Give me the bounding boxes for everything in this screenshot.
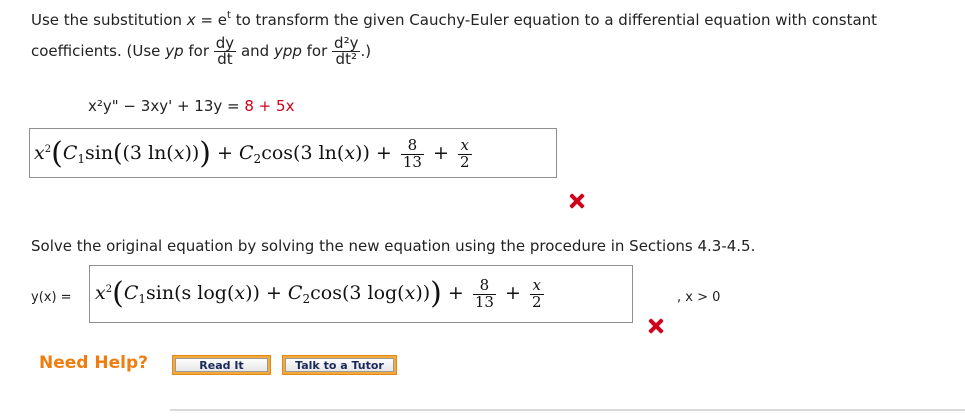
x-mark-icon xyxy=(648,318,664,334)
answer-1-expression: x2(C1sin((3 ln(x))) + C2cos(3 ln(x)) + 8… xyxy=(34,135,472,171)
domain-text: , x > 0 xyxy=(677,290,721,305)
part2-instruction: Solve the original equation by solving t… xyxy=(31,237,756,255)
instruction-line-1: Use the substitution x = et to transform… xyxy=(31,10,878,30)
instruction-line-2: coefficients. (Use yp for dy dt and ypp f… xyxy=(31,34,372,68)
fraction-8-13: 8 13 xyxy=(472,275,496,311)
talk-to-tutor-button[interactable]: Talk to a Tutor xyxy=(282,355,397,375)
x-mark-icon xyxy=(569,193,585,209)
dy-dt-fraction: dy dt xyxy=(213,34,237,68)
equation-rhs: 8 + 5x xyxy=(244,97,295,115)
need-help-heading: Need Help? xyxy=(39,353,148,373)
read-it-button[interactable]: Read It xyxy=(172,355,271,375)
d2y-dt2-fraction: d²y dt² xyxy=(332,34,361,68)
fraction-x-2: x2 xyxy=(457,135,472,171)
y-of-x-label: y(x) = xyxy=(31,290,72,305)
fraction-x-2: x2 xyxy=(529,275,544,311)
fraction-8-13: 8 13 xyxy=(400,135,424,171)
answer-2-expression: x2(C1sin(s log(x)) + C2cos(3 log(x))) + … xyxy=(95,275,544,311)
section-divider xyxy=(170,409,965,411)
cauchy-euler-equation: x²y" − 3xy' + 13y = 8 + 5x xyxy=(88,97,295,115)
